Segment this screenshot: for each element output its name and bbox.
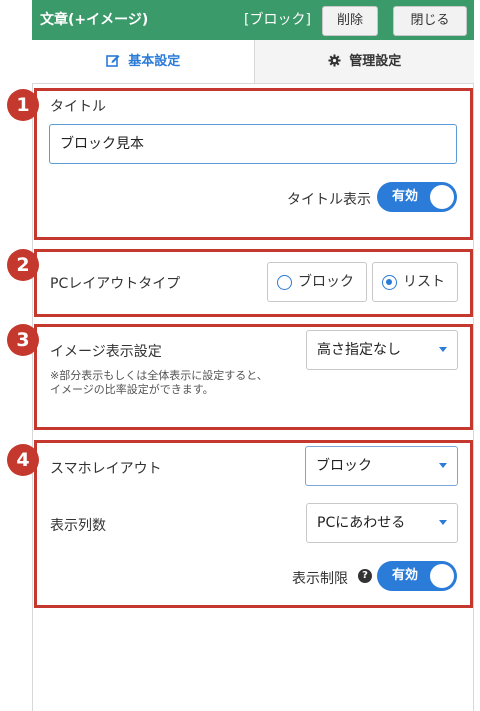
close-button[interactable]: 閉じる xyxy=(393,6,467,36)
step-badge-1: 1 xyxy=(7,89,39,121)
block-title: 文章(+イメージ) xyxy=(40,12,149,28)
step-badge-2: 2 xyxy=(7,249,39,281)
columns-value: PCにあわせる xyxy=(317,515,406,531)
delete-button[interactable]: 削除 xyxy=(322,6,378,36)
image-display-value: 高さ指定なし xyxy=(317,342,401,358)
step-badge-3: 3 xyxy=(7,324,39,356)
tab-manage-label: 管理設定 xyxy=(349,54,402,69)
title-label: タイトル xyxy=(50,99,106,115)
title-input[interactable]: ブロック見本 xyxy=(49,124,457,164)
chevron-down-icon xyxy=(439,463,447,468)
show-title-toggle-label: 有効 xyxy=(392,189,419,204)
sp-layout-select[interactable]: ブロック xyxy=(305,446,458,486)
layout-option-block[interactable]: ブロック xyxy=(267,262,367,302)
sp-layout-label: スマホレイアウト xyxy=(50,461,162,477)
display-limit-label: 表示制限 xyxy=(292,571,348,587)
image-display-label: イメージ表示設定 xyxy=(50,344,162,360)
help-icon[interactable]: ? xyxy=(358,569,372,583)
block-kind-label: [ブロック] xyxy=(244,12,311,28)
display-limit-toggle-label: 有効 xyxy=(392,568,419,583)
radio-unchecked-icon xyxy=(277,275,292,290)
sp-layout-value: ブロック xyxy=(316,458,372,474)
layout-option-list[interactable]: リスト xyxy=(372,262,458,302)
layout-option-block-label: ブロック xyxy=(298,274,354,290)
image-note-line-1: ※部分表示もしくは全体表示に設定すると、 xyxy=(50,369,268,382)
columns-select[interactable]: PCにあわせる xyxy=(306,503,458,543)
pc-layout-label: PCレイアウトタイプ xyxy=(50,276,181,292)
panel-header: 文章(+イメージ) [ブロック] 削除 閉じる xyxy=(32,0,474,40)
gear-icon xyxy=(328,54,350,69)
show-title-toggle[interactable]: 有効 xyxy=(377,182,457,212)
tab-management-settings[interactable]: 管理設定 xyxy=(254,40,474,83)
chevron-down-icon xyxy=(439,520,447,525)
tab-basic-settings[interactable]: 基本設定 xyxy=(32,40,254,83)
image-display-select[interactable]: 高さ指定なし xyxy=(306,330,458,370)
tab-basic-label: 基本設定 xyxy=(128,54,181,69)
show-title-label: タイトル表示 xyxy=(287,192,371,208)
chevron-down-icon xyxy=(439,347,447,352)
edit-icon xyxy=(105,54,129,69)
radio-checked-icon xyxy=(382,275,397,290)
toggle-knob xyxy=(430,185,454,209)
layout-option-list-label: リスト xyxy=(403,274,445,290)
toggle-knob xyxy=(430,564,454,588)
settings-tabs: 基本設定 管理設定 xyxy=(32,40,474,84)
columns-label: 表示列数 xyxy=(50,518,106,534)
display-limit-toggle[interactable]: 有効 xyxy=(377,561,457,591)
step-badge-4: 4 xyxy=(7,444,39,476)
image-note-line-2: イメージの比率設定ができます。 xyxy=(50,383,214,396)
